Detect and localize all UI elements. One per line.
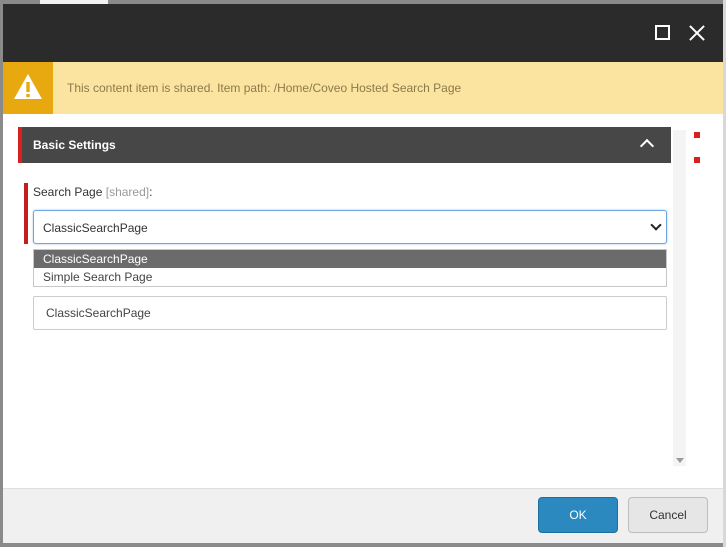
warning-icon (3, 62, 53, 114)
select-value: ClassicSearchPage (43, 221, 148, 235)
search-page-options: ClassicSearchPage Simple Search Page (33, 249, 667, 287)
close-icon[interactable] (687, 23, 707, 43)
warning-message: This content item is shared. Item path: … (67, 81, 462, 95)
cancel-button[interactable]: Cancel (628, 497, 708, 533)
search-page-select[interactable]: ClassicSearchPage (33, 210, 667, 244)
scroll-down-arrow[interactable] (676, 458, 684, 463)
field-label-suffix: : (149, 185, 153, 199)
option-classic-search-page[interactable]: ClassicSearchPage (34, 250, 666, 268)
field-label-text: Search Page (33, 185, 103, 199)
field-error-marker (24, 183, 28, 244)
ok-button[interactable]: OK (538, 497, 618, 533)
section-title: Basic Settings (33, 138, 116, 152)
warning-banner: This content item is shared. Item path: … (3, 62, 723, 114)
validation-marker[interactable] (694, 157, 700, 163)
scrollbar[interactable] (673, 130, 686, 466)
dialog-footer: OK Cancel (3, 488, 723, 543)
chevron-down-icon (650, 219, 662, 231)
dialog-titlebar (3, 4, 723, 62)
chevron-up-icon[interactable] (639, 138, 655, 154)
maximize-icon[interactable] (653, 23, 673, 43)
validation-marker[interactable] (694, 132, 700, 138)
section-header-basic-settings[interactable]: Basic Settings (18, 127, 671, 163)
dialog: This content item is shared. Item path: … (3, 4, 723, 543)
shared-tag: [shared] (105, 185, 150, 199)
section-error-bar (18, 127, 22, 163)
field-label: Search Page [shared]: (33, 185, 152, 199)
option-simple-search-page[interactable]: Simple Search Page (34, 268, 666, 286)
search-page-value-input[interactable] (33, 296, 667, 330)
